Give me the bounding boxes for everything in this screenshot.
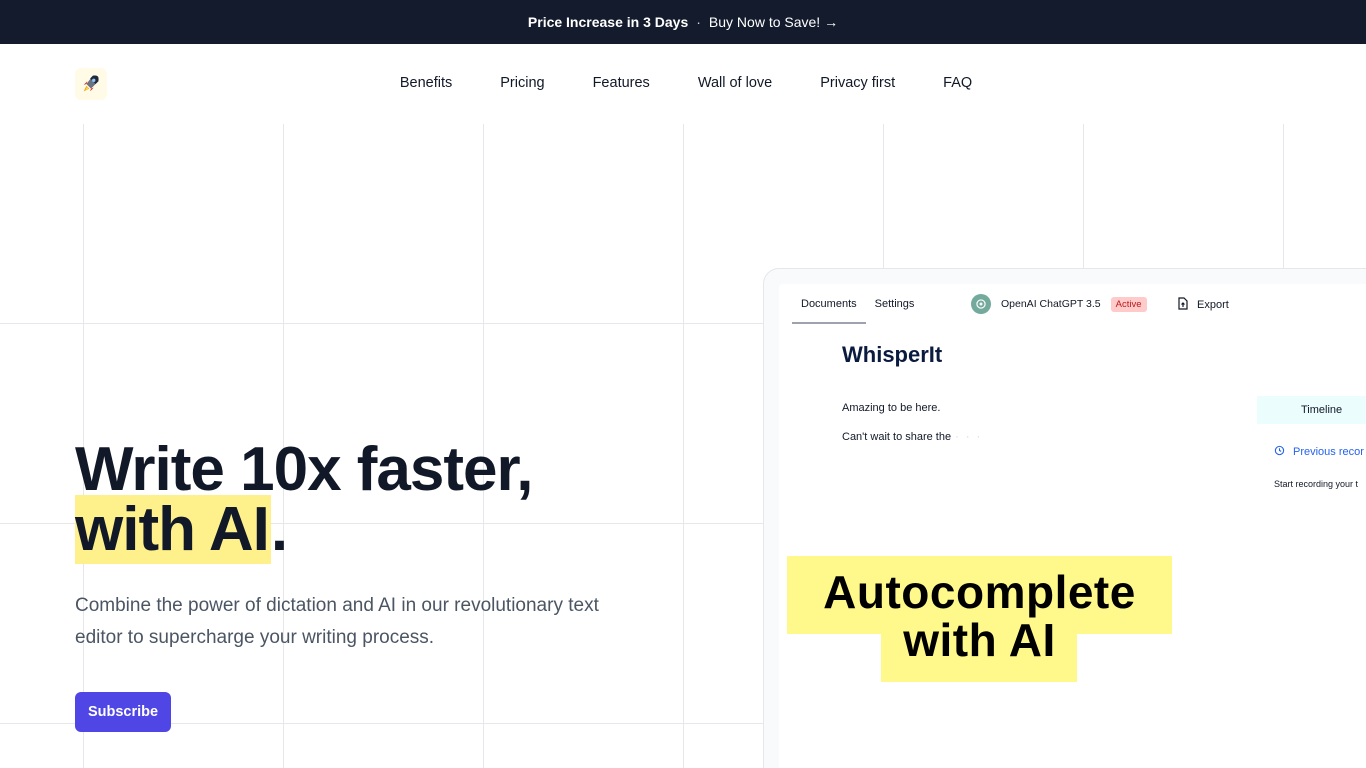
- hero-title-end: .: [270, 495, 288, 564]
- hero-subtitle: Combine the power of dictation and AI in…: [75, 595, 599, 648]
- overlay-line2: with AI: [903, 614, 1056, 666]
- nav-features[interactable]: Features: [593, 75, 650, 91]
- promo-bar: Price Increase in 3 Days · Buy Now to Sa…: [0, 0, 1366, 44]
- status-badge: Active: [1110, 296, 1147, 312]
- nav-wall-of-love[interactable]: Wall of love: [698, 75, 772, 91]
- nav-benefits[interactable]: Benefits: [400, 75, 452, 91]
- grid-line: [683, 124, 684, 768]
- hero-title-highlight: with AI: [75, 495, 271, 564]
- autocomplete-overlay-text: Autocomplete with AI: [787, 568, 1172, 664]
- export-button[interactable]: Export: [1177, 297, 1229, 313]
- openai-icon: [971, 294, 991, 314]
- promo-separator: ·: [696, 14, 701, 30]
- file-export-icon: [1177, 297, 1189, 313]
- hero-title-line1: Write 10x faster,: [75, 435, 533, 504]
- tab-settings[interactable]: Settings: [866, 284, 924, 324]
- typing-indicator: · · ·: [955, 431, 983, 443]
- promo-cta-link[interactable]: Buy Now to Save! →: [709, 14, 838, 30]
- document-line-text: Can't wait to share the: [842, 431, 952, 443]
- tab-documents[interactable]: Documents: [792, 284, 866, 324]
- nav-pricing[interactable]: Pricing: [500, 75, 544, 91]
- history-icon: [1274, 445, 1285, 459]
- model-name: OpenAI ChatGPT 3.5: [1001, 298, 1101, 310]
- promo-highlight: Price Increase in 3 Days: [527, 14, 689, 30]
- document-title: WhisperIt: [842, 342, 943, 367]
- nav-privacy-first[interactable]: Privacy first: [820, 75, 895, 91]
- model-selector[interactable]: OpenAI ChatGPT 3.5 Active: [971, 294, 1147, 314]
- main-nav: Benefits Pricing Features Wall of love P…: [0, 75, 1366, 91]
- timeline-button[interactable]: Timeline: [1257, 396, 1366, 424]
- site-header: Benefits Pricing Features Wall of love P…: [0, 44, 1366, 124]
- app-tabs: Documents Settings: [792, 284, 923, 324]
- app-preview: Documents Settings OpenAI ChatGPT 3.5 Ac…: [779, 284, 1366, 768]
- export-label: Export: [1197, 299, 1229, 311]
- nav-faq[interactable]: FAQ: [943, 75, 972, 91]
- previous-recordings-label: Previous recor: [1293, 446, 1364, 458]
- overlay-line1: Autocomplete: [823, 566, 1136, 618]
- subscribe-button[interactable]: Subscribe: [75, 692, 171, 732]
- hero-title: Write 10x faster, with AI.: [75, 439, 533, 564]
- document-line: Can't wait to share the · · ·: [842, 431, 982, 443]
- document-line: Amazing to be here.: [842, 402, 941, 414]
- start-recording-hint: Start recording your t: [1274, 479, 1359, 489]
- previous-recordings-link[interactable]: Previous recor: [1274, 445, 1364, 459]
